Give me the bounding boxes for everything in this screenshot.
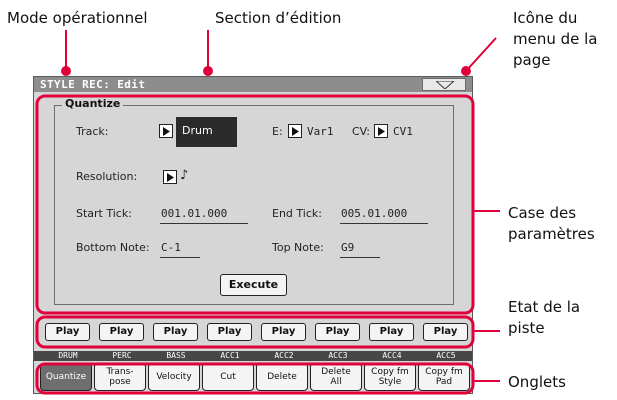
annotation-overlay: [35, 30, 500, 395]
tabs-highlight: [35, 362, 475, 395]
section-marker-dot: [203, 66, 213, 76]
param-box-highlight: [35, 94, 475, 315]
track-state-highlight: [35, 315, 475, 349]
mode-marker-dot: [61, 66, 71, 76]
menu-leader-line: [465, 37, 497, 72]
